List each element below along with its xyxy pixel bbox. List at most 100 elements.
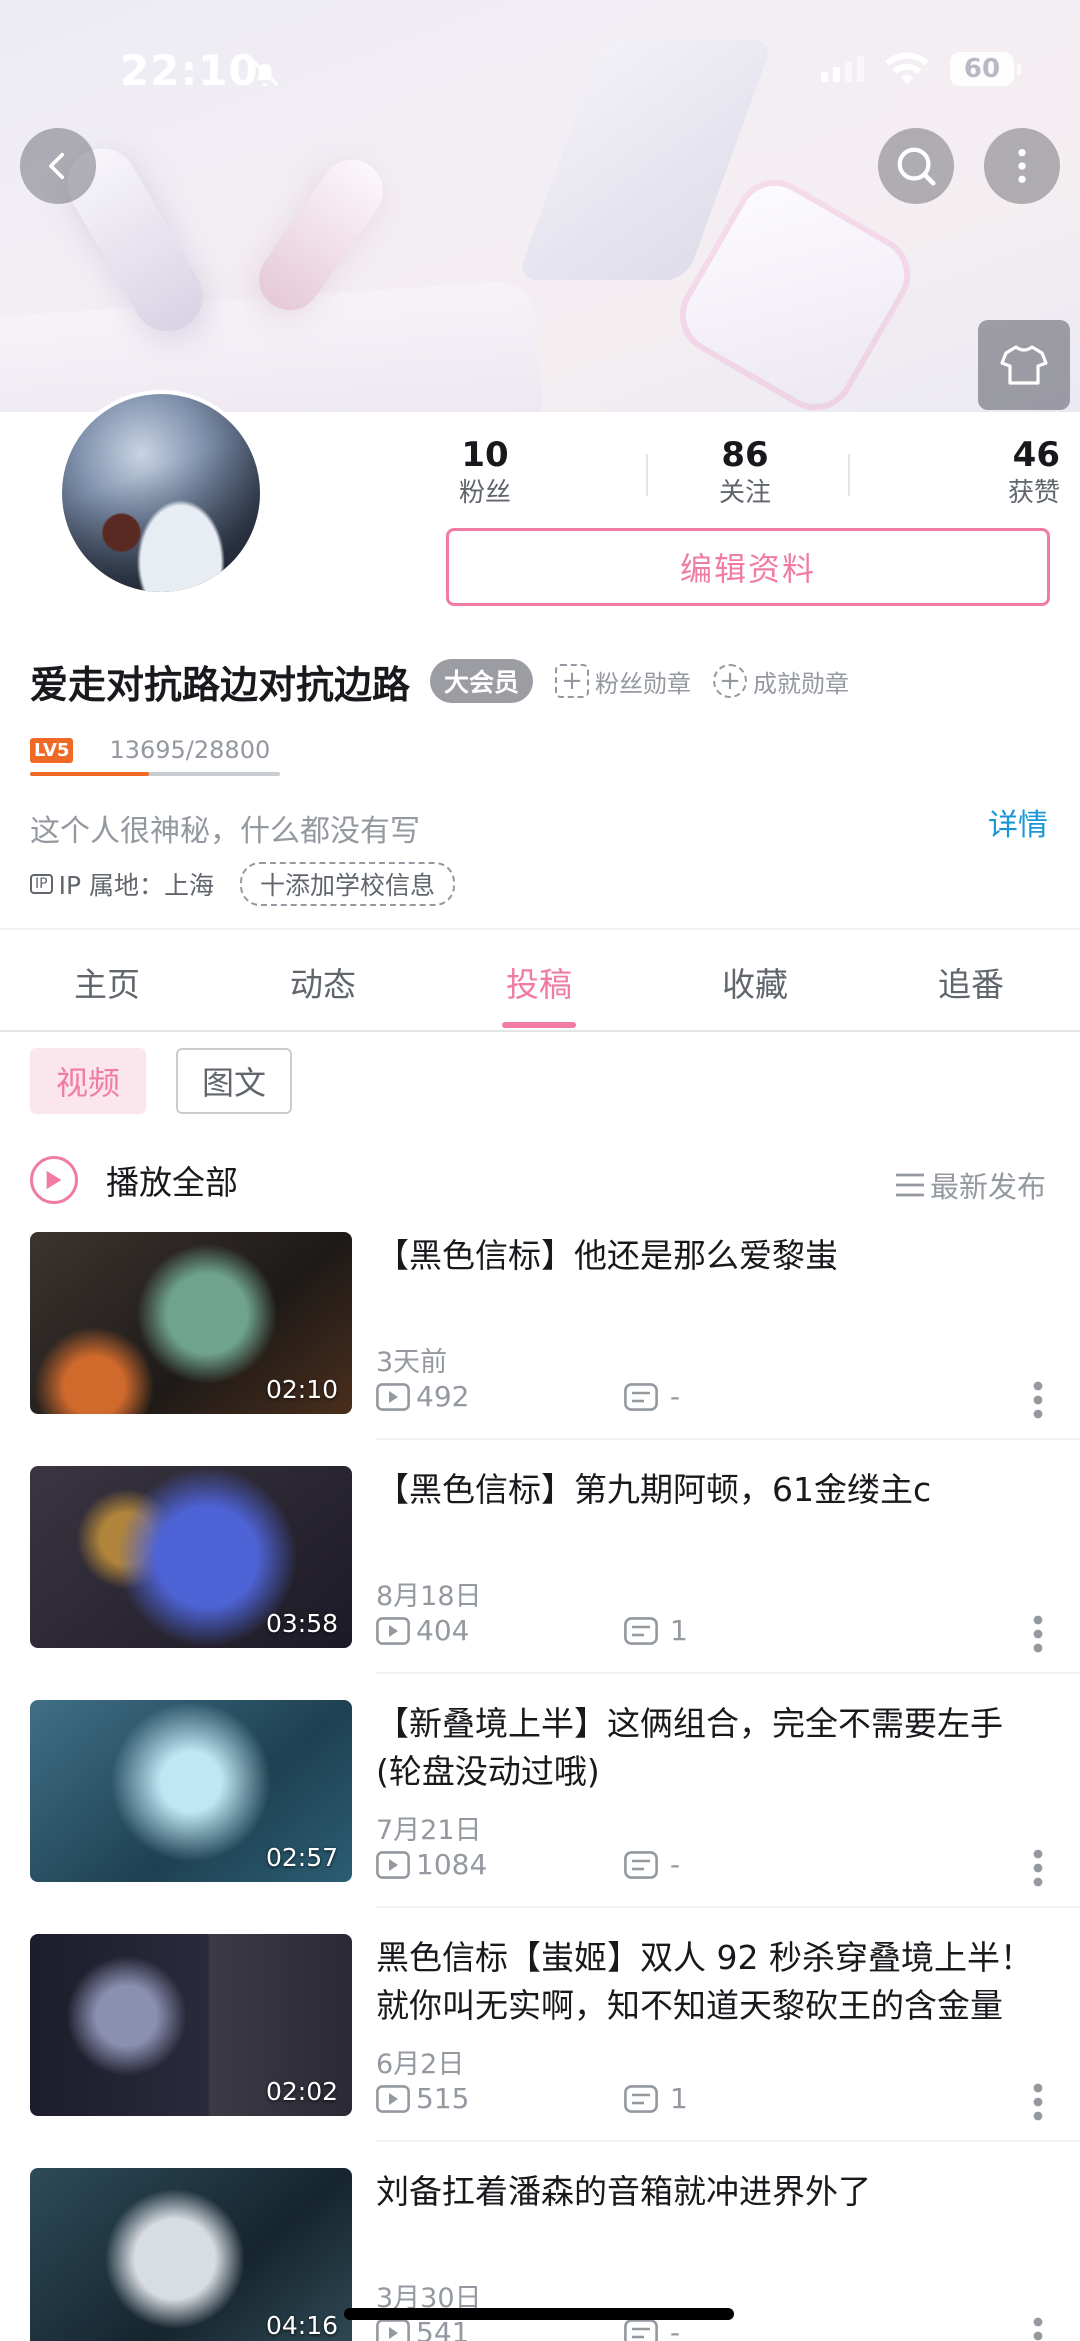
danmaku-icon	[624, 2318, 658, 2341]
bell-off-icon	[252, 60, 278, 87]
danmaku-icon	[624, 1616, 658, 1645]
danmaku-count: -	[670, 1380, 681, 1413]
play-count: 1084	[416, 1848, 488, 1881]
profile-tabs: 主页 动态 投稿 收藏 追番	[0, 928, 1080, 1032]
danmaku-icon	[624, 2084, 658, 2113]
video-title[interactable]: 黑色信标【蚩姬】双人 92 秒杀穿叠境上半！就你叫无实啊，知不知道天黎砍王的含金…	[376, 1934, 1046, 2030]
more-options-button[interactable]	[984, 128, 1060, 204]
more-vertical-icon[interactable]	[1030, 1848, 1046, 1888]
back-button[interactable]	[20, 128, 96, 204]
signature[interactable]: 这个人很神秘，什么都没有写	[30, 806, 420, 850]
video-title[interactable]: 【新叠境上半】这俩组合，完全不需要左手(轮盘没动过哦)	[376, 1700, 1046, 1796]
add-school-button[interactable]: 十添加学校信息	[239, 862, 455, 906]
play-count: 515	[416, 2082, 470, 2115]
divider	[376, 2140, 1080, 2142]
likes-stat[interactable]: 46 获赞	[970, 434, 1060, 510]
search-button[interactable]	[878, 128, 954, 204]
danmaku-icon	[624, 1382, 658, 1411]
video-item[interactable]: 02:02 黑色信标【蚩姬】双人 92 秒杀穿叠境上半！就你叫无实啊，知不知道天…	[0, 1934, 1080, 2168]
play-count-icon	[376, 1616, 410, 1645]
divider	[848, 454, 850, 496]
play-icon	[30, 1156, 78, 1204]
exp-progress-bar	[30, 772, 280, 776]
video-plays: 515	[376, 2082, 469, 2115]
play-count: 492	[416, 1380, 470, 1413]
sort-icon	[895, 1173, 924, 1197]
tab-bangumi[interactable]: 追番	[896, 958, 1046, 1006]
search-icon	[897, 147, 936, 186]
video-duration: 04:16	[265, 2311, 338, 2340]
danmaku-icon	[624, 1850, 658, 1879]
video-thumbnail[interactable]: 02:02	[30, 1934, 352, 2116]
level-row: LV5 13695/28800	[30, 736, 270, 764]
video-date: 8月18日	[376, 1581, 482, 1612]
tab-favorites[interactable]: 收藏	[680, 958, 830, 1006]
exp-progress-fill	[30, 772, 149, 776]
filter-video-button[interactable]: 视频	[30, 1048, 146, 1114]
ip-location: IP 属地：上海	[58, 871, 214, 900]
more-vertical-icon[interactable]	[1030, 2316, 1046, 2341]
video-danmaku: 1	[624, 2082, 688, 2115]
vip-badge[interactable]: 大会员	[430, 659, 534, 703]
dress-up-button[interactable]	[978, 320, 1070, 410]
video-thumbnail[interactable]: 04:16	[30, 2168, 352, 2341]
back-arrow-icon	[49, 152, 65, 180]
danmaku-count: -	[670, 1848, 681, 1881]
status-indicators: 60	[821, 52, 1021, 86]
achievement-medal-label: 成就勋章	[753, 669, 850, 698]
plus-icon: +	[713, 664, 748, 698]
profile-stats: 10 粉丝 86 关注 46 获赞	[440, 434, 1060, 514]
more-vertical-icon[interactable]	[1030, 1614, 1046, 1654]
play-count-icon	[376, 1850, 410, 1879]
video-thumbnail[interactable]: 02:57	[30, 1700, 352, 1882]
video-date: 6月2日	[376, 2049, 465, 2080]
video-date: 3天前	[376, 1347, 448, 1378]
stat-value: 46	[1012, 435, 1060, 475]
avatar[interactable]	[58, 390, 264, 596]
tab-uploads[interactable]: 投稿	[464, 958, 614, 1006]
more-vertical-icon[interactable]	[1030, 1380, 1046, 1420]
divider	[376, 1438, 1080, 1440]
video-item[interactable]: 03:58 【黑色信标】第九期阿顿，61金缕主c 8月18日 404 1	[0, 1466, 1080, 1700]
video-thumbnail[interactable]: 03:58	[30, 1466, 352, 1648]
tab-dynamics[interactable]: 动态	[248, 958, 398, 1006]
more-vertical-icon	[1018, 149, 1026, 183]
sort-label: 最新发布	[929, 1170, 1046, 1204]
following-stat[interactable]: 86 关注	[700, 434, 790, 510]
play-all-label: 播放全部	[106, 1163, 238, 1202]
level-badge: LV5	[30, 737, 74, 763]
home-indicator[interactable]	[344, 2308, 734, 2320]
active-tab-indicator	[502, 1022, 576, 1028]
video-item[interactable]: 02:10 【黑色信标】他还是那么爱黎蚩 3天前 492 -	[0, 1232, 1080, 1466]
stat-value: 86	[721, 435, 769, 475]
wifi-icon	[885, 52, 929, 85]
video-date: 7月21日	[376, 1815, 482, 1846]
ip-chip: IP	[30, 874, 53, 894]
play-count-icon	[376, 2084, 410, 2113]
play-all-button[interactable]: 播放全部	[30, 1156, 238, 1204]
divider	[646, 454, 648, 496]
followers-stat[interactable]: 10 粉丝	[440, 434, 530, 510]
divider	[376, 1906, 1080, 1908]
video-thumbnail[interactable]: 02:10	[30, 1232, 352, 1414]
play-count-icon	[376, 1382, 410, 1411]
tshirt-icon	[1000, 345, 1048, 385]
play-count: 404	[416, 1614, 470, 1647]
fan-medal-label: 粉丝勋章	[595, 669, 692, 698]
battery-indicator: 60	[950, 52, 1021, 86]
signal-icon	[821, 56, 864, 82]
details-link[interactable]: 详情	[988, 800, 1048, 844]
tab-home[interactable]: 主页	[32, 958, 182, 1006]
edit-profile-button[interactable]: 编辑资料	[446, 528, 1050, 606]
achievement-medal-link[interactable]: + 成就勋章	[713, 664, 849, 699]
video-item[interactable]: 02:57 【新叠境上半】这俩组合，完全不需要左手(轮盘没动过哦) 7月21日 …	[0, 1700, 1080, 1934]
sort-button[interactable]: 最新发布	[895, 1164, 1046, 1206]
stat-label: 粉丝	[458, 478, 511, 508]
video-title[interactable]: 【黑色信标】他还是那么爱黎蚩	[376, 1232, 1046, 1280]
video-title[interactable]: 【黑色信标】第九期阿顿，61金缕主c	[376, 1466, 1046, 1514]
more-vertical-icon[interactable]	[1030, 2082, 1046, 2122]
filter-article-button[interactable]: 图文	[176, 1048, 292, 1114]
fan-medal-link[interactable]: + 粉丝勋章	[555, 664, 691, 699]
video-title[interactable]: 刘备扛着潘森的音箱就冲进界外了	[376, 2168, 1046, 2216]
video-danmaku: -	[624, 1848, 680, 1881]
